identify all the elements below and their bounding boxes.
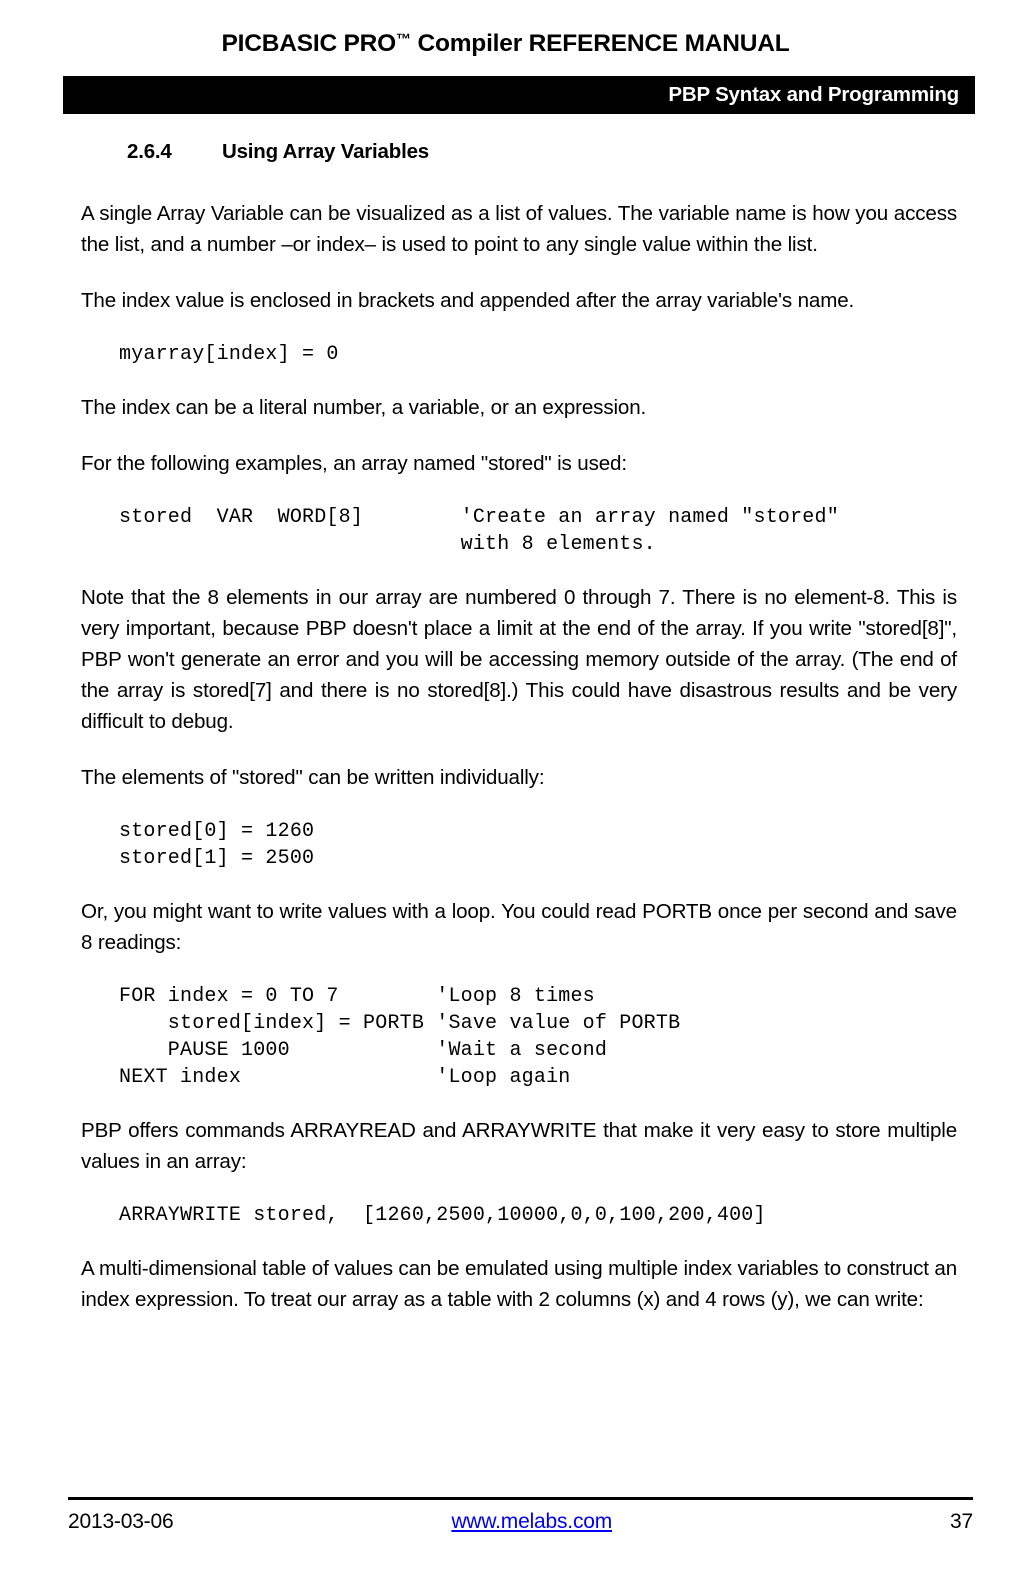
paragraph-7: Or, you might want to write values with … xyxy=(81,900,957,954)
document-title-main: PICBASIC PRO xyxy=(221,30,397,57)
page-footer: 2013-03-06 www.melabs.com 37 xyxy=(68,1505,973,1539)
code-block-stored-elements: stored[0] = 1260 stored[1] = 2500 xyxy=(119,820,315,870)
running-header-bar: PBP Syntax and Programming xyxy=(63,76,975,114)
paragraph-8: PBP offers commands ARRAYREAD and ARRAYW… xyxy=(81,1119,957,1173)
running-header-label: PBP Syntax and Programming xyxy=(668,83,959,106)
document-page: PICBASIC PRO™ Compiler REFERENCE MANUAL … xyxy=(0,0,1011,1579)
section-heading: 2.6.4 Using Array Variables xyxy=(127,140,429,164)
section-title: Using Array Variables xyxy=(222,140,429,163)
footer-divider xyxy=(68,1497,973,1500)
code-block-arraywrite: ARRAYWRITE stored, [1260,2500,10000,0,0,… xyxy=(119,1204,766,1227)
paragraph-3: The index can be a literal number, a var… xyxy=(81,396,647,419)
code-block-stored-var: stored VAR WORD[8] 'Create an array name… xyxy=(119,506,839,556)
code-block-myarray: myarray[index] = 0 xyxy=(119,343,339,366)
paragraph-6: The elements of "stored" can be written … xyxy=(81,766,545,789)
document-title: PICBASIC PRO™ Compiler REFERENCE MANUAL xyxy=(0,25,1011,59)
footer-link-container: www.melabs.com xyxy=(173,1510,950,1534)
code-block-for-loop: FOR index = 0 TO 7 'Loop 8 times stored[… xyxy=(119,985,681,1089)
page-number: 37 xyxy=(950,1510,973,1533)
melabs-website-link[interactable]: www.melabs.com xyxy=(451,1510,612,1533)
paragraph-1: A single Array Variable can be visualize… xyxy=(81,202,957,256)
page-content: A single Array Variable can be visualize… xyxy=(81,198,957,1340)
paragraph-4: For the following examples, an array nam… xyxy=(81,452,627,475)
footer-date: 2013-03-06 xyxy=(68,1510,174,1533)
paragraph-5: Note that the 8 elements in our array ar… xyxy=(81,586,957,733)
section-number: 2.6.4 xyxy=(127,140,172,163)
paragraph-2: The index value is enclosed in brackets … xyxy=(81,289,855,312)
document-title-suffix: Compiler REFERENCE MANUAL xyxy=(410,30,790,57)
paragraph-9: A multi-dimensional table of values can … xyxy=(81,1257,957,1311)
trademark-icon: ™ xyxy=(396,31,411,48)
